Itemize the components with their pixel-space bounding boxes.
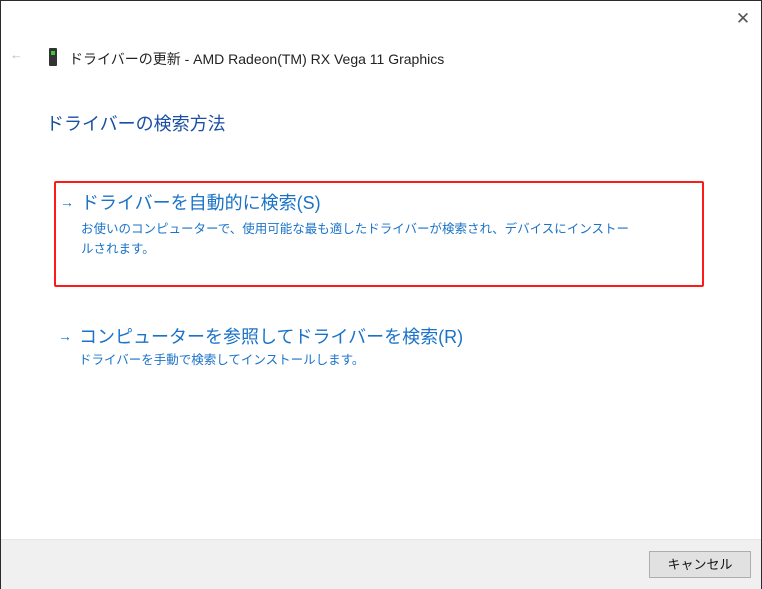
dialog-title: ドライバーの更新 - AMD Radeon(TM) RX Vega 11 Gra… — [69, 51, 445, 67]
back-arrow-icon[interactable]: ← — [10, 47, 23, 62]
dialog-footer — [1, 539, 761, 589]
search-automatically-option[interactable]: → ドライバーを自動的に検索(S) お使いのコンピューターで、使用可能な最も適し… — [54, 181, 704, 287]
option-description: ドライバーを手動で検索してインストールします。 — [79, 353, 365, 367]
close-icon[interactable]: ✕ — [733, 9, 753, 29]
update-driver-dialog: ✕ ← ドライバーの更新 - AMD Radeon(TM) RX Vega 11… — [0, 0, 762, 589]
browse-computer-option[interactable]: → コンピューターを参照してドライバーを検索(R) ドライバーを手動で検索してイ… — [54, 319, 704, 379]
page-heading: ドライバーの検索方法 — [46, 114, 226, 134]
arrow-right-icon: → — [58, 328, 72, 344]
cancel-button[interactable]: キャンセル — [649, 551, 751, 578]
arrow-right-icon: → — [60, 194, 74, 210]
option-description: お使いのコンピューターで、使用可能な最も適したドライバーが検索され、デバイスにイ… — [81, 222, 630, 256]
display-adapter-icon — [49, 48, 57, 66]
option-title: コンピューターを参照してドライバーを検索(R) — [79, 327, 464, 347]
option-title: ドライバーを自動的に検索(S) — [81, 193, 321, 213]
